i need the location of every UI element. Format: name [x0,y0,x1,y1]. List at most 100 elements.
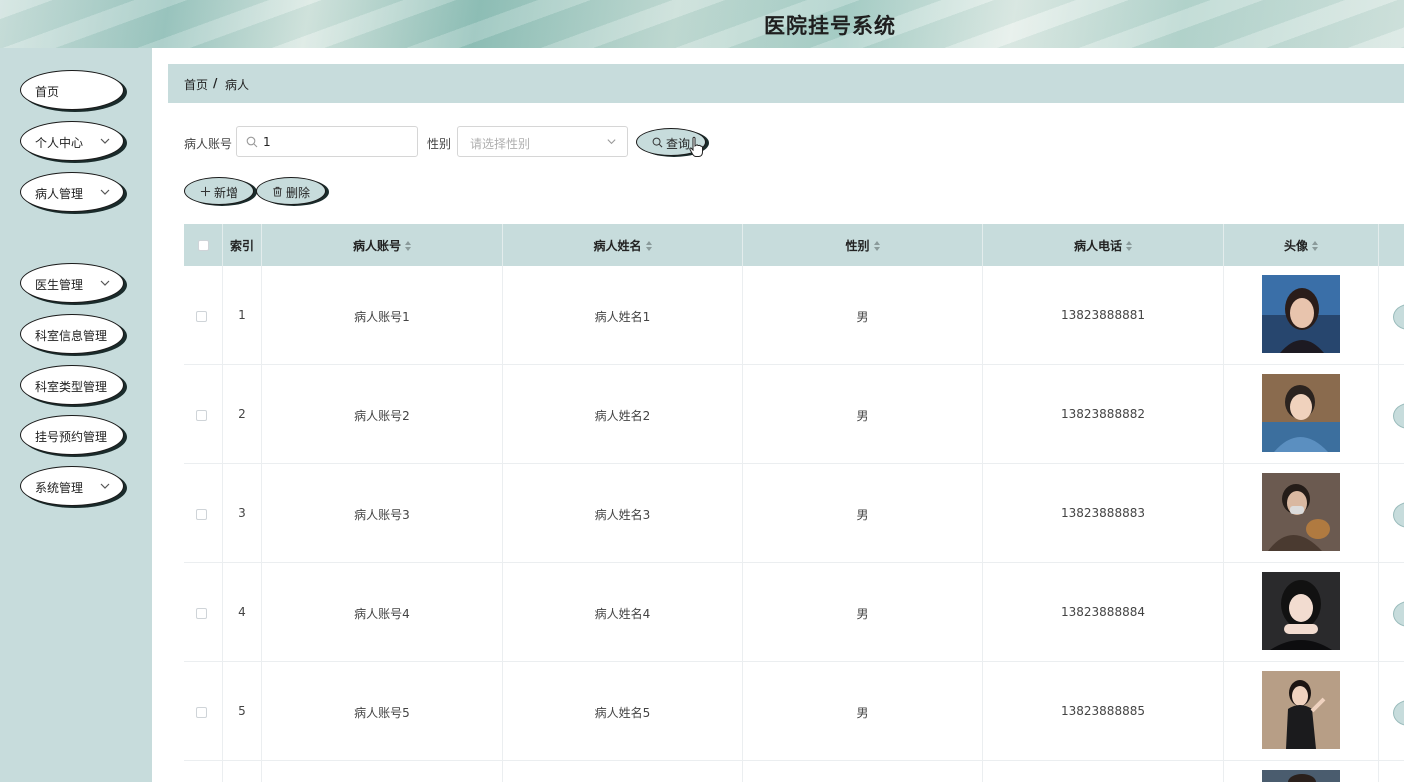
search-icon [652,137,663,148]
index-cell: 5 [223,662,262,761]
index-cell: 3 [223,464,262,563]
sidebar-item-system-management[interactable]: 系统管理 [20,466,124,506]
column-header-label: 病人账号 [352,239,401,253]
avatar-image[interactable] [1262,374,1340,452]
avatar-image[interactable] [1262,473,1340,551]
account-value: 病人账号5 [354,706,410,720]
select-all-checkbox[interactable] [198,240,209,251]
sort-icon[interactable] [1126,241,1132,251]
row-action-button[interactable] [1393,304,1404,330]
gender-cell [743,761,983,782]
name-value: 病人姓名5 [594,706,651,720]
gender-value: 男 [856,607,869,621]
sort-icon[interactable] [873,241,880,251]
sidebar-item-department-type[interactable]: 科室类型管理 [20,365,124,405]
row-checkbox[interactable] [196,608,207,619]
sidebar-item-home[interactable]: 首页 [20,70,124,110]
hand-pointer-icon [689,136,703,157]
row-select-cell [184,662,223,761]
operations-cell [1379,464,1404,563]
avatar-cell [1224,464,1379,563]
row-checkbox[interactable] [196,410,207,421]
column-header-label: 病人电话 [1073,239,1122,253]
gender-cell: 男 [743,563,983,662]
header-account[interactable]: 病人账号 [262,224,503,266]
patient-table: 索引 病人账号 病人姓名 性别 病人电话 头像 1 病人账号1 病人姓名1 男 … [184,224,1404,782]
sidebar-item-appointment[interactable]: 挂号预约管理 [20,415,124,455]
row-select-cell [184,266,223,365]
account-value: 病人账号3 [354,508,410,522]
gender-value: 男 [856,409,869,423]
row-action-button[interactable] [1393,502,1404,528]
sidebar-item-patient-management[interactable]: 病人管理 [20,172,124,212]
table-header: 索引 病人账号 病人姓名 性别 病人电话 头像 [184,224,1404,266]
add-button[interactable]: 新增 [184,177,254,205]
search-icon [246,136,258,148]
avatar-image[interactable] [1262,275,1340,353]
account-search-input[interactable]: 1 [236,126,418,157]
name-value: 病人姓名2 [594,409,651,423]
sort-icon[interactable] [405,241,411,251]
table-row: 1 病人账号1 病人姓名1 男 13823888881 [184,266,1404,365]
header-gender[interactable]: 性别 [743,224,983,266]
table-row [184,761,1404,782]
row-checkbox[interactable] [196,311,207,322]
row-action-button[interactable] [1393,700,1404,726]
sidebar-item-label: 挂号预约管理 [35,430,108,444]
sidebar-item-personal-center[interactable]: 个人中心 [20,121,124,161]
account-value: 病人账号4 [354,607,410,621]
row-select-cell [184,563,223,662]
chevron-down-icon [100,189,110,195]
gender-select[interactable]: 请选择性别 [457,126,628,157]
row-checkbox[interactable] [196,707,207,718]
breadcrumb-home[interactable]: 首页 [184,76,208,93]
phone-value: 13823888883 [1061,506,1145,520]
index-value: 3 [238,506,246,520]
header-avatar[interactable]: 头像 [1224,224,1379,266]
operations-cell [1379,761,1404,782]
query-button-label: 查询 [666,137,691,151]
phone-cell: 13823888882 [983,365,1224,464]
phone-cell [983,761,1224,782]
sidebar: 首页 个人中心 病人管理 病人 医生管理 科室信息管理 科室类型管理 挂号预约管… [0,48,152,782]
header-phone[interactable]: 病人电话 [983,224,1224,266]
gender-cell: 男 [743,464,983,563]
table-row: 3 病人账号3 病人姓名3 男 13823888883 [184,464,1404,563]
avatar-cell [1224,266,1379,365]
operations-cell [1379,563,1404,662]
avatar-image[interactable] [1262,572,1340,650]
table-row: 2 病人账号2 病人姓名2 男 13823888882 [184,365,1404,464]
sort-icon[interactable] [645,241,652,251]
account-value: 病人账号1 [354,310,410,324]
breadcrumb: 首页 / 病人 [168,64,1404,103]
gender-select-placeholder: 请选择性别 [470,137,531,151]
row-action-button[interactable] [1393,601,1404,627]
phone-cell: 13823888881 [983,266,1224,365]
gender-value: 男 [856,706,869,720]
avatar-image[interactable] [1262,671,1340,749]
sidebar-item-doctor-management[interactable]: 医生管理 [20,263,124,303]
avatar-image[interactable] [1262,770,1340,782]
operations-cell [1379,266,1404,365]
sidebar-item-label: 科室信息管理 [35,329,108,343]
avatar-cell [1224,761,1379,782]
gender-cell: 男 [743,266,983,365]
sort-icon[interactable] [1312,241,1318,251]
row-action-button[interactable] [1393,403,1404,429]
chevron-down-icon [100,280,110,286]
phone-value: 13823888882 [1061,407,1145,421]
name-cell: 病人姓名3 [503,464,743,563]
sidebar-item-department-info[interactable]: 科室信息管理 [20,314,124,354]
chevron-down-icon [607,139,616,145]
breadcrumb-current: 病人 [225,78,250,92]
header-index: 索引 [223,224,262,266]
delete-button[interactable]: 删除 [256,177,326,205]
chevron-down-icon [100,483,110,489]
avatar-cell [1224,563,1379,662]
row-checkbox[interactable] [196,509,207,520]
avatar-cell [1224,662,1379,761]
header-operations [1379,224,1404,266]
gender-cell: 男 [743,365,983,464]
plus-icon [200,186,211,197]
header-name[interactable]: 病人姓名 [503,224,743,266]
